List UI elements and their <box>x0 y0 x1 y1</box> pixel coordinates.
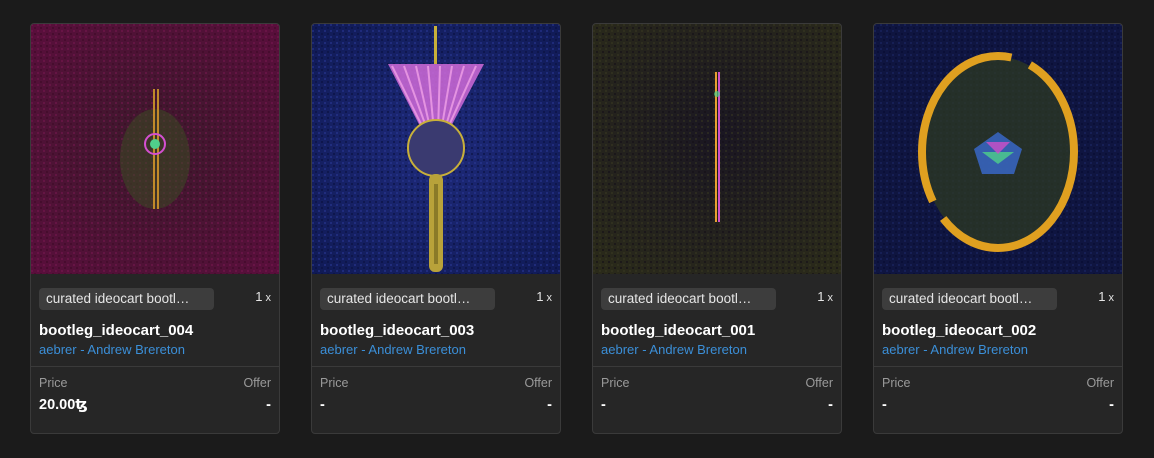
offer-value: - <box>547 397 552 413</box>
price-section: Price Offer - - <box>593 367 841 433</box>
quantity-suffix: x <box>827 292 834 304</box>
collection-tag[interactable]: curated ideocart bootl… <box>320 288 495 310</box>
collection-tag[interactable]: curated ideocart bootl… <box>882 288 1057 310</box>
token-title[interactable]: bootleg_ideocart_001 <box>601 322 755 339</box>
token-card[interactable]: curated ideocart bootl… 1x bootleg_ideoc… <box>311 23 561 434</box>
token-card[interactable]: curated ideocart bootl… 1x bootleg_ideoc… <box>873 23 1123 434</box>
token-meta: curated ideocart bootl… 1x bootleg_ideoc… <box>312 274 560 366</box>
price-label: Price <box>320 376 349 390</box>
quantity-value: 1 <box>536 289 544 304</box>
token-artwork[interactable] <box>593 24 841 274</box>
price-label: Price <box>39 376 68 390</box>
token-meta: curated ideocart bootl… 1x bootleg_ideoc… <box>593 274 841 366</box>
price-section: Price Offer - - <box>874 367 1122 433</box>
price-section: Price Offer 20.00ꜩ - <box>31 367 279 433</box>
price-value: - <box>320 397 325 413</box>
artist-link[interactable]: aebrer - Andrew Brereton <box>882 342 1028 357</box>
token-title[interactable]: bootleg_ideocart_003 <box>320 322 474 339</box>
collection-tag[interactable]: curated ideocart bootl… <box>39 288 214 310</box>
offer-label: Offer <box>1086 376 1114 390</box>
offer-value: - <box>828 397 833 413</box>
artist-link[interactable]: aebrer - Andrew Brereton <box>601 342 747 357</box>
token-card[interactable]: curated ideocart bootl… 1x bootleg_ideoc… <box>592 23 842 434</box>
token-grid: curated ideocart bootl… 1x bootleg_ideoc… <box>0 0 1154 458</box>
quantity-value: 1 <box>255 289 263 304</box>
price-section: Price Offer - - <box>312 367 560 433</box>
quantity-suffix: x <box>265 292 272 304</box>
token-meta: curated ideocart bootl… 1x bootleg_ideoc… <box>31 274 279 366</box>
price-value: - <box>882 397 887 413</box>
offer-label: Offer <box>524 376 552 390</box>
price-label: Price <box>882 376 911 390</box>
token-artwork[interactable] <box>31 24 279 274</box>
price-value: 20.00ꜩ <box>39 397 88 413</box>
quantity-suffix: x <box>1108 292 1115 304</box>
offer-label: Offer <box>805 376 833 390</box>
collection-tag[interactable]: curated ideocart bootl… <box>601 288 776 310</box>
token-title[interactable]: bootleg_ideocart_004 <box>39 322 193 339</box>
artist-link[interactable]: aebrer - Andrew Brereton <box>39 342 185 357</box>
offer-label: Offer <box>243 376 271 390</box>
token-title[interactable]: bootleg_ideocart_002 <box>882 322 1036 339</box>
edition-quantity: 1x <box>255 289 271 304</box>
edition-quantity: 1x <box>536 289 552 304</box>
edition-quantity: 1x <box>1098 289 1114 304</box>
price-value: - <box>601 397 606 413</box>
offer-value: - <box>266 397 271 413</box>
token-meta: curated ideocart bootl… 1x bootleg_ideoc… <box>874 274 1122 366</box>
quantity-value: 1 <box>1098 289 1106 304</box>
token-card[interactable]: curated ideocart bootl… 1x bootleg_ideoc… <box>30 23 280 434</box>
quantity-value: 1 <box>817 289 825 304</box>
quantity-suffix: x <box>546 292 553 304</box>
artist-link[interactable]: aebrer - Andrew Brereton <box>320 342 466 357</box>
price-label: Price <box>601 376 630 390</box>
token-artwork[interactable] <box>874 24 1122 274</box>
offer-value: - <box>1109 397 1114 413</box>
edition-quantity: 1x <box>817 289 833 304</box>
token-artwork[interactable] <box>312 24 560 274</box>
